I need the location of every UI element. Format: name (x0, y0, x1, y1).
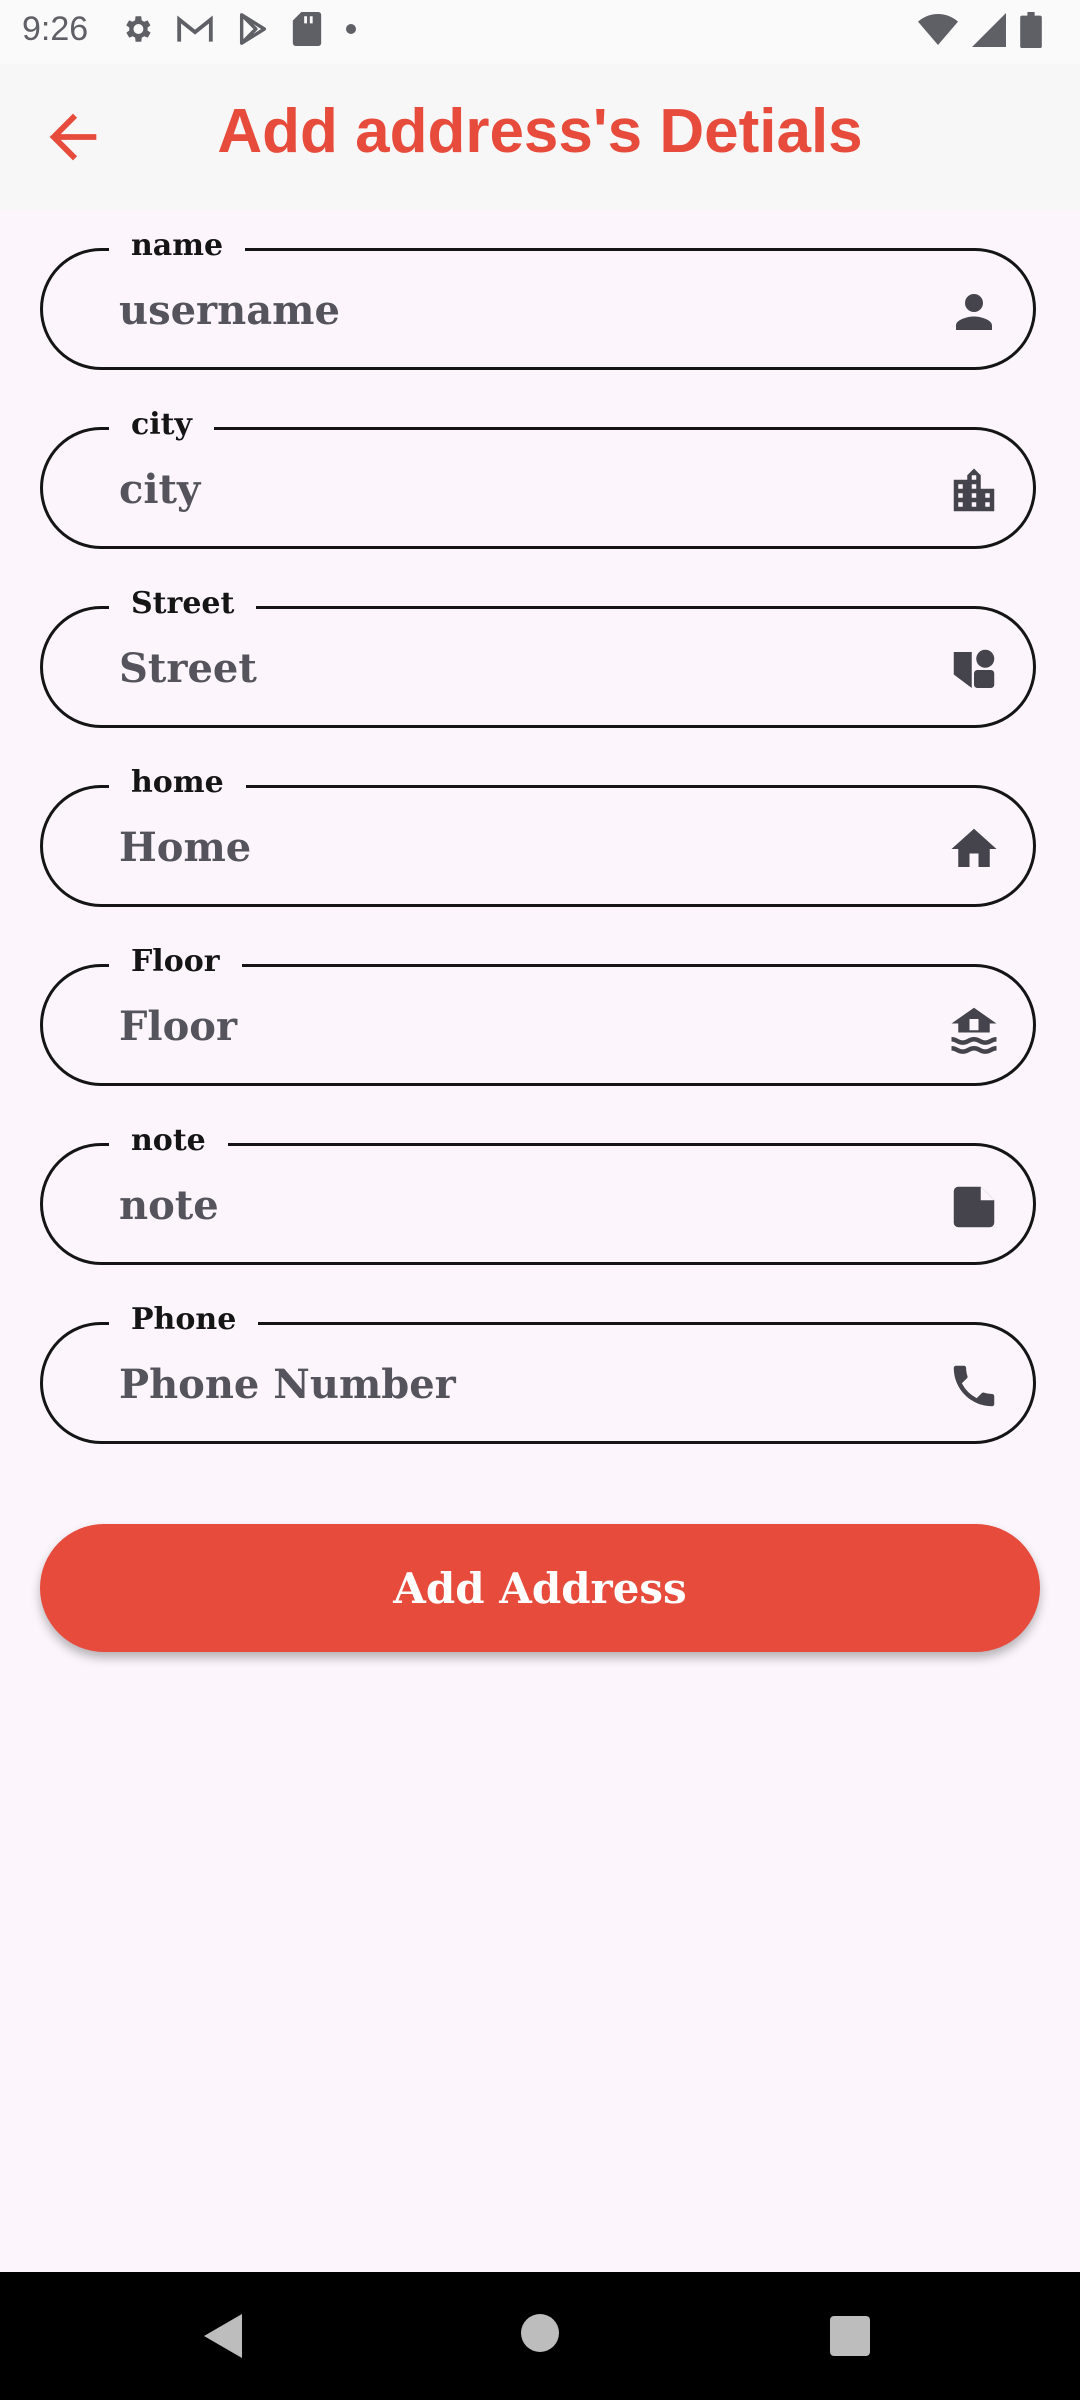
add-address-button[interactable]: Add Address (40, 1524, 1040, 1652)
note-input[interactable] (119, 1172, 879, 1238)
field-label: home (109, 765, 246, 800)
home-icon (947, 822, 1001, 876)
field-label: city (109, 407, 214, 442)
city-building-icon (947, 464, 1001, 518)
sticky-note-icon (947, 1180, 1001, 1234)
wifi-icon (918, 13, 958, 47)
play-store-icon (236, 12, 270, 46)
field-label: note (109, 1123, 228, 1158)
phone-field: Phone (40, 1302, 1036, 1444)
nav-recents-icon[interactable] (830, 2316, 870, 2356)
gear-icon (120, 12, 154, 46)
gmail-icon (176, 14, 214, 44)
nav-back-icon[interactable] (202, 2312, 244, 2365)
status-time: 9:26 (22, 10, 89, 48)
street-input[interactable] (119, 635, 879, 701)
shapes-icon (947, 643, 1001, 697)
field-label: Floor (109, 944, 242, 979)
person-icon (947, 285, 1001, 339)
system-nav-bar (0, 2272, 1080, 2400)
street-field: Street (40, 586, 1036, 728)
app-bar: Add address's Detials (0, 64, 1080, 210)
status-bar: 9:26 (0, 0, 1080, 64)
field-label: Street (109, 586, 257, 621)
sd-card-icon (292, 12, 322, 46)
house-flood-icon (947, 1001, 1001, 1055)
page-title: Add address's Detials (217, 97, 863, 166)
city-input[interactable] (119, 456, 879, 522)
battery-icon (1020, 12, 1042, 48)
floor-input[interactable] (119, 993, 879, 1059)
city-field: city (40, 407, 1036, 549)
name-input[interactable] (119, 277, 879, 343)
floor-field: Floor (40, 944, 1036, 1086)
field-label: name (109, 228, 246, 263)
note-field: note (40, 1123, 1036, 1265)
phone-icon (947, 1359, 1001, 1413)
field-label: Phone (109, 1302, 259, 1337)
dot-icon (344, 22, 358, 36)
phone-input[interactable] (119, 1351, 879, 1417)
signal-icon (972, 13, 1006, 47)
nav-home-icon[interactable] (521, 2314, 559, 2352)
name-field: name (40, 228, 1036, 370)
home-field: home (40, 765, 1036, 907)
home-input[interactable] (119, 814, 879, 880)
